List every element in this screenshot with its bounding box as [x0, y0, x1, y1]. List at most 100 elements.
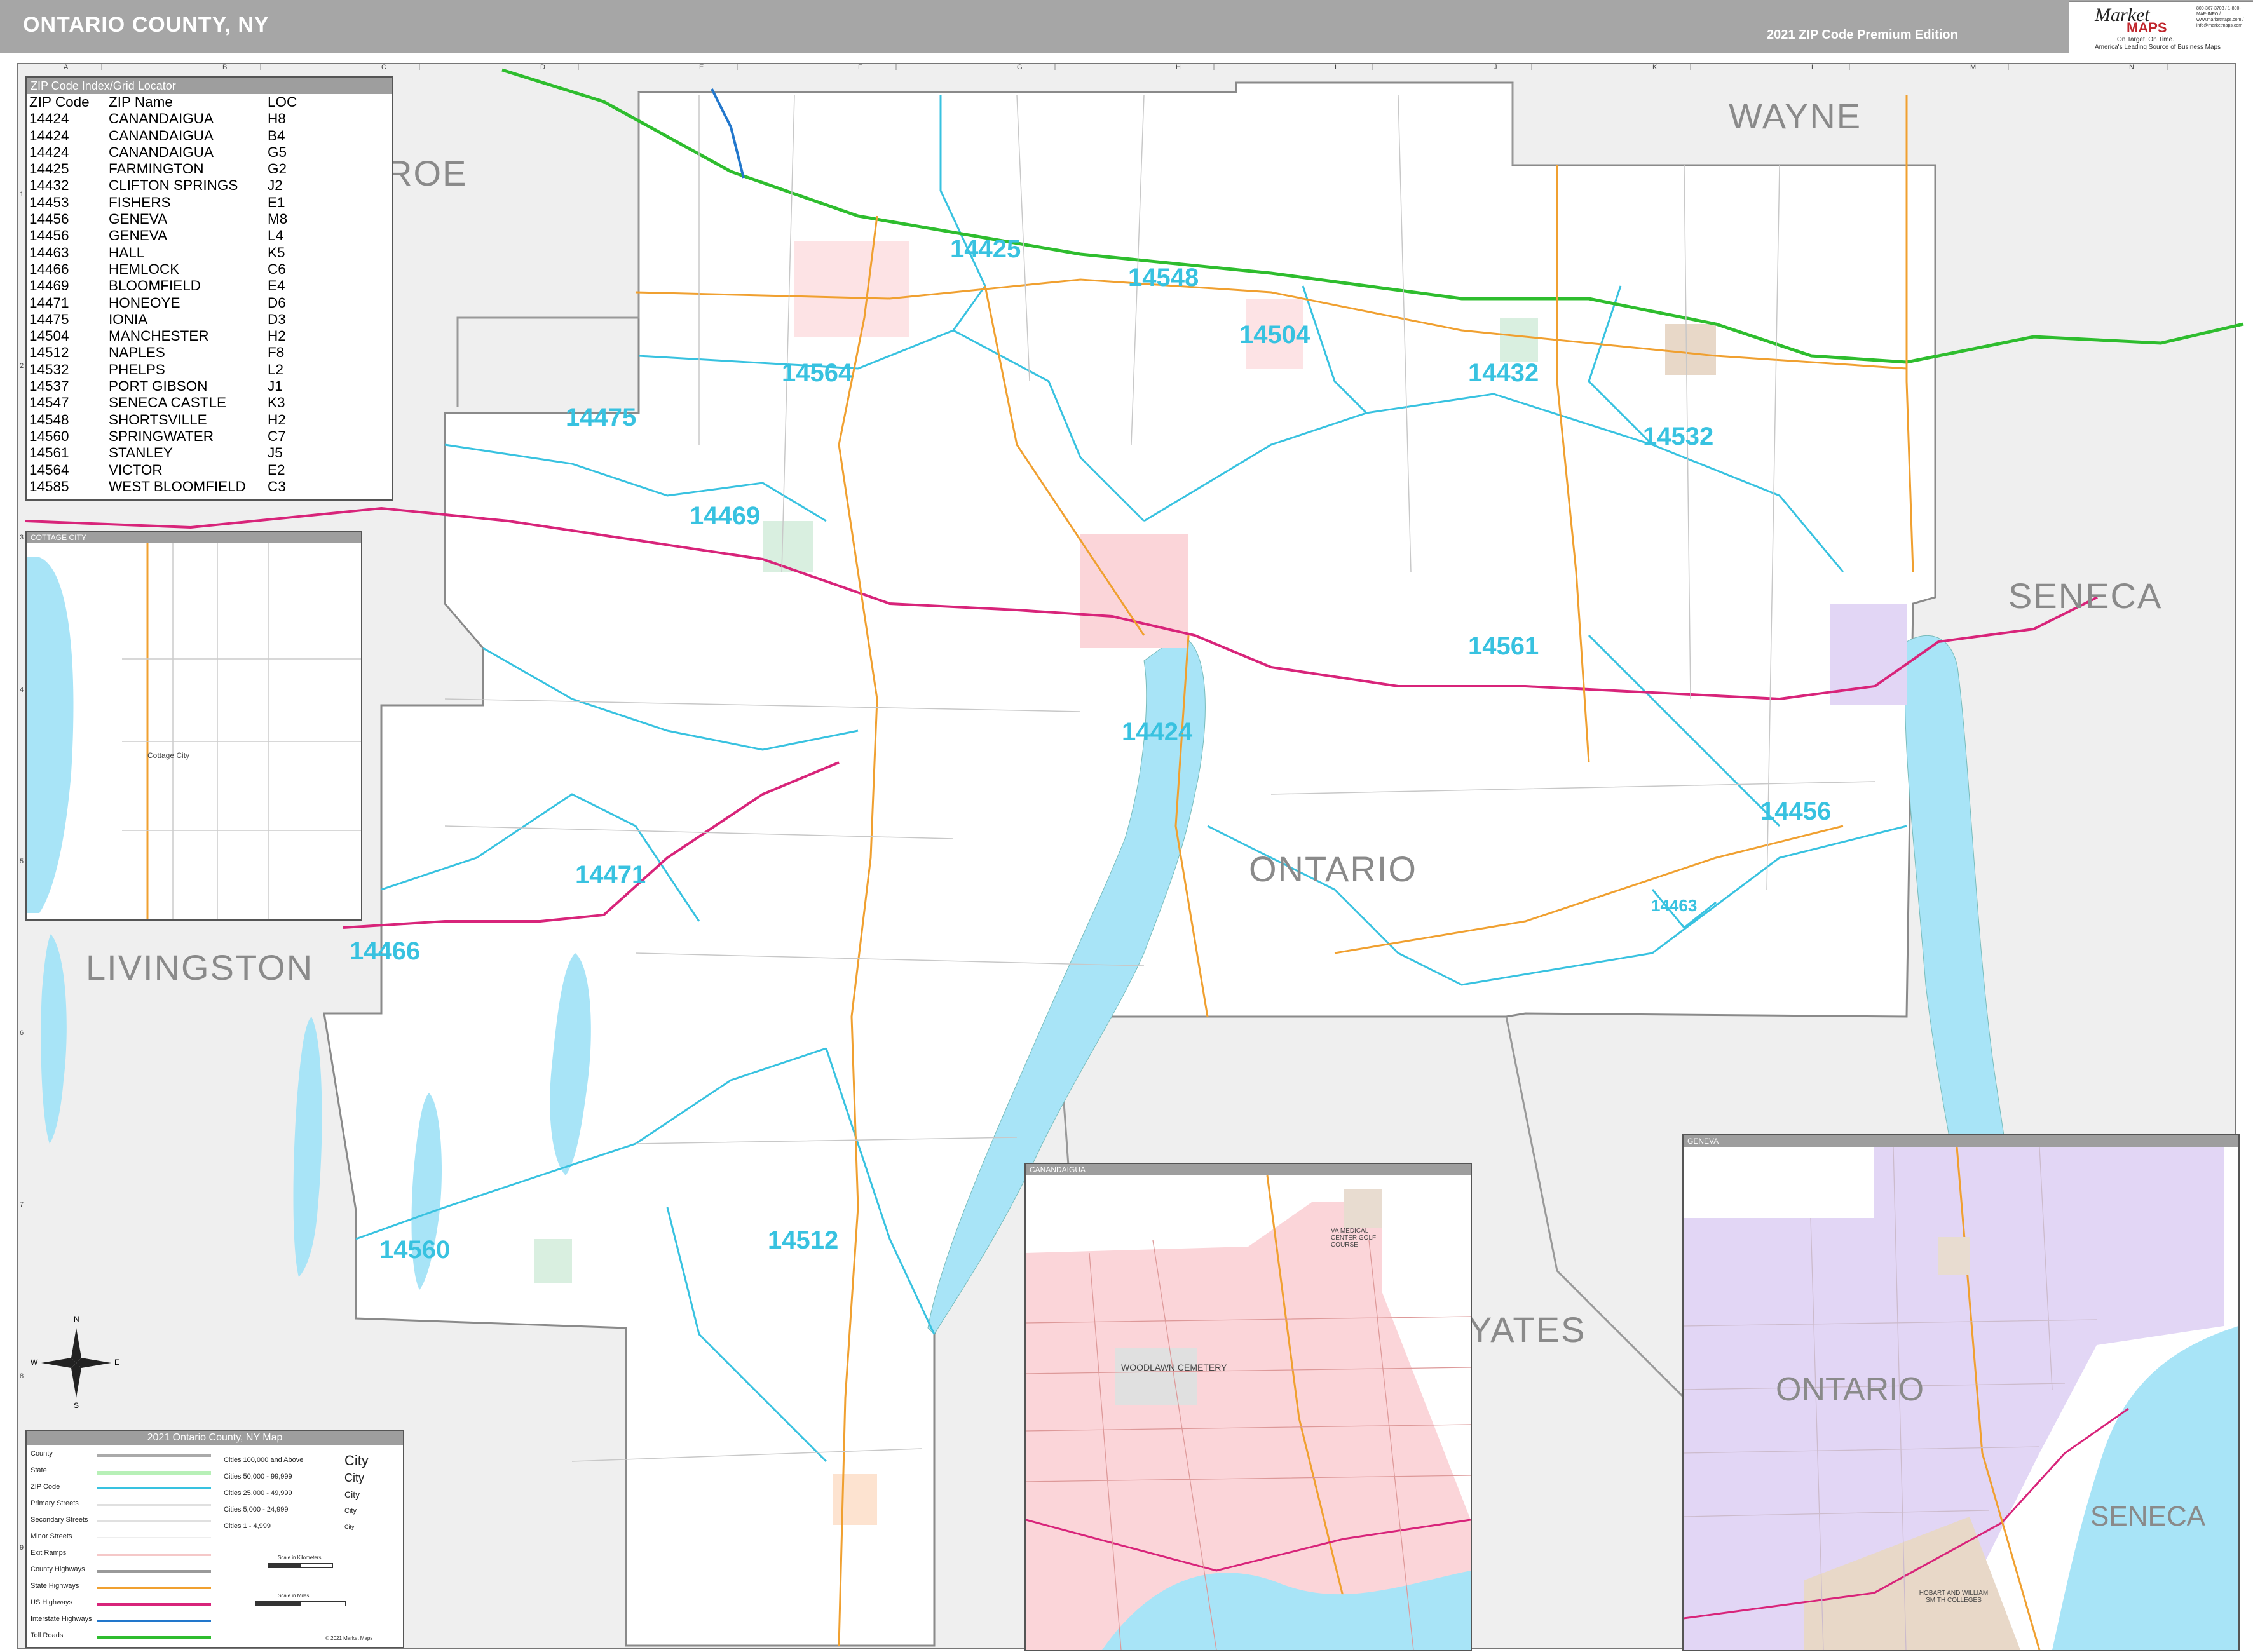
grid-col-a: A	[64, 64, 69, 71]
table-row: 14469 BLOOMFIELD E4	[29, 278, 306, 294]
zip-label-14561: 14561	[1468, 632, 1539, 660]
table-row: 14504 MANCHESTER H2	[29, 328, 306, 344]
legend-toll-line	[97, 1636, 211, 1639]
zip-index-zip: 14424	[29, 144, 69, 160]
zip-index-name: NAPLES	[109, 344, 165, 361]
legend-pop-100k: Cities 100,000 and Above	[224, 1456, 304, 1464]
zip-label-14471: 14471	[575, 861, 646, 889]
zip-label-14424: 14424	[1122, 718, 1193, 746]
legend-primary: Primary Streets	[31, 1500, 79, 1507]
zip-index-header-zip: ZIP Code	[29, 94, 90, 110]
zip-code-index: ZIP Code Index/Grid Locator ZIP Code ZIP…	[25, 76, 393, 501]
legend-secondary-line	[97, 1520, 211, 1522]
zip-index-name: CLIFTON SPRINGS	[109, 177, 238, 194]
zip-index-name: GENEVA	[109, 211, 168, 227]
legend-county-hwy-line	[97, 1570, 211, 1573]
inset-geneva: GENEVA ONTARIO SENECA HOBART AND WILLIAM…	[1682, 1134, 2240, 1651]
grid-col-d: D	[540, 64, 545, 71]
zip-index-zip: 14469	[29, 278, 69, 294]
compass-e: E	[114, 1358, 120, 1367]
zip-index-zip: 14432	[29, 177, 69, 194]
logo-word-maps: MAPS	[2127, 20, 2167, 36]
inset-canandaigua-map	[1026, 1175, 1471, 1650]
legend-scale-mi: Scale in Miles	[278, 1593, 310, 1599]
grid-col-h: H	[1176, 64, 1181, 71]
legend-copyright: © 2021 Market Maps	[325, 1635, 373, 1641]
zip-index-header-row: ZIP Code ZIP Name LOC	[29, 94, 306, 111]
table-row: 14466 HEMLOCK C6	[29, 261, 306, 278]
zip-index-loc: M8	[268, 211, 288, 227]
table-row: 14564 VICTOR E2	[29, 462, 306, 478]
legend-state-line	[97, 1471, 211, 1475]
zip-label-14532: 14532	[1643, 423, 1714, 450]
legend-pop-5k: Cities 5,000 - 24,999	[224, 1506, 289, 1513]
bloomfield-park	[763, 521, 813, 572]
legend-county-hwy: County Highways	[31, 1566, 85, 1573]
clifton-springs-area	[1500, 318, 1538, 362]
zip-label-14469: 14469	[690, 502, 761, 530]
logo-tagline: On Target. On Time.	[2117, 36, 2174, 43]
grid-col-g: G	[1017, 64, 1023, 71]
legend-scale-km-bar	[268, 1563, 333, 1568]
grid-col-j: J	[1494, 64, 1497, 71]
zip-index-loc: J1	[268, 378, 283, 395]
zip-index-loc: H2	[268, 411, 286, 428]
zip-index-zip: 14548	[29, 411, 69, 428]
table-row: 14560 SPRINGWATER C7	[29, 428, 306, 445]
table-row: 14585 WEST BLOOMFIELD C3	[29, 478, 306, 495]
zip-index-loc: B4	[268, 127, 285, 144]
zip-index-header-loc: LOC	[268, 94, 297, 110]
zip-label-14463: 14463	[1651, 896, 1698, 915]
map-legend: 2021 Ontario County, NY Map County State…	[25, 1430, 404, 1648]
grid-col-b: B	[222, 64, 228, 71]
zip-index-name: SENECA CASTLE	[109, 395, 227, 411]
zip-index-loc: C7	[268, 428, 286, 444]
zip-index-name: PHELPS	[109, 361, 165, 377]
zip-index-zip: 14585	[29, 478, 69, 494]
legend-zip-line	[97, 1487, 211, 1489]
table-row: 14537 PORT GIBSON J1	[29, 378, 306, 395]
inset-geneva-seneca-label: SENECA	[2090, 1501, 2205, 1532]
grid-row-3: 3	[20, 534, 24, 541]
legend-secondary: Secondary Streets	[31, 1516, 88, 1524]
zip-index-zip: 14532	[29, 361, 69, 377]
zip-index-name: CANANDAIGUA	[109, 144, 214, 160]
zip-index-loc: F8	[268, 344, 285, 361]
header-bar: ONTARIO COUNTY, NY 2021 ZIP Code Premium…	[0, 0, 2253, 53]
legend-interstate-line	[97, 1620, 211, 1622]
zip-index-zip: 14466	[29, 261, 69, 277]
zip-index-zip: 14560	[29, 428, 69, 444]
table-row: 14475 IONIA D3	[29, 311, 306, 328]
county-label-seneca: SENECA	[2008, 576, 2163, 616]
zip-index-name: CANANDAIGUA	[109, 111, 214, 127]
grid-col-l: L	[1811, 64, 1816, 71]
zip-index-loc: L4	[268, 227, 284, 244]
inset-canandaigua: CANANDAIGUA WOODLAWN CEMETERY VA MEDICAL…	[1024, 1163, 1472, 1651]
grid-row-6: 6	[20, 1029, 24, 1037]
zip-index-loc: H2	[268, 328, 286, 344]
legend-scale-km: Scale in Kilometers	[278, 1555, 322, 1561]
compass-w: W	[31, 1358, 38, 1367]
phelps-area	[1665, 324, 1716, 375]
zip-label-14432: 14432	[1468, 359, 1539, 387]
legend-city-l: City	[344, 1472, 364, 1484]
table-row: 14425 FARMINGTON G2	[29, 161, 306, 177]
grid-col-c: C	[381, 64, 386, 71]
springwater-park	[534, 1239, 572, 1283]
zip-label-14512: 14512	[768, 1226, 839, 1254]
zip-index-loc: E1	[268, 194, 285, 210]
zip-index-zip: 14456	[29, 227, 69, 244]
zip-index-loc: K5	[268, 244, 285, 261]
zip-index-loc: H8	[268, 111, 286, 127]
zip-index-name: HALL	[109, 244, 145, 261]
inset-cottage-city-map	[27, 543, 361, 919]
zip-index-loc: J5	[268, 445, 283, 461]
grid-col-k: K	[1652, 64, 1657, 71]
zip-label-14466: 14466	[350, 937, 421, 965]
zip-index-zip: 14456	[29, 211, 69, 227]
zip-index-loc: K3	[268, 395, 285, 411]
legend-primary-line	[97, 1504, 211, 1506]
zip-index-name: FISHERS	[109, 194, 171, 210]
grid-row-2: 2	[20, 362, 24, 370]
zip-index-zip: 14471	[29, 294, 69, 311]
